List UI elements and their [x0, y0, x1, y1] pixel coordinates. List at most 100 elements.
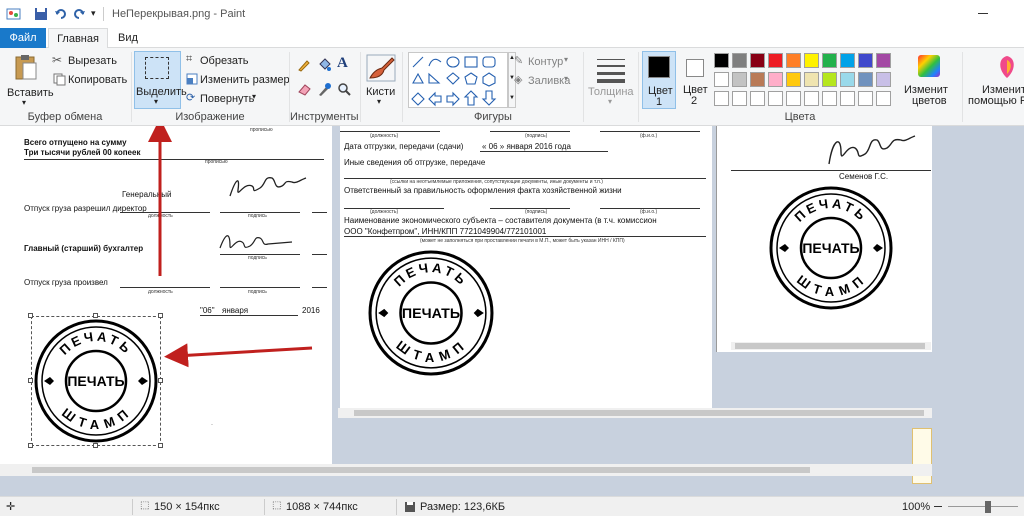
palette-color-swatch[interactable] — [876, 91, 891, 106]
paint-app-icon — [6, 8, 21, 20]
zoom-slider-thumb[interactable] — [985, 501, 991, 513]
palette-color-swatch[interactable] — [768, 53, 783, 68]
paint3d-icon — [1000, 56, 1014, 78]
separator — [583, 52, 584, 122]
colors-group-label: Цвета — [784, 111, 816, 123]
paint3d-button[interactable]: Изменить помощью Pa — [964, 51, 1024, 109]
outline-dropdown-icon: ▾ — [564, 55, 569, 64]
palette-color-swatch[interactable] — [858, 91, 873, 106]
title-separator — [103, 7, 104, 21]
color2-number: 2 — [691, 95, 698, 107]
palette-color-swatch[interactable] — [858, 72, 873, 87]
tab-file[interactable]: Файл — [0, 28, 46, 48]
zoom-slider[interactable] — [948, 506, 1018, 507]
brushes-dropdown-icon: ▾ — [377, 97, 382, 106]
text-tool-icon[interactable]: A — [337, 55, 348, 72]
redo-icon[interactable] — [72, 7, 86, 21]
fill-button[interactable]: ◈ Заливка ▾ — [514, 73, 584, 89]
save-icon[interactable] — [34, 7, 48, 21]
palette-color-swatch[interactable] — [750, 53, 765, 68]
tab-home[interactable]: Главная — [48, 28, 108, 49]
tab-view[interactable]: Вид — [112, 28, 144, 48]
brushes-button[interactable]: Кисти ▾ — [363, 51, 399, 109]
color2-button[interactable]: Цвет 2 — [680, 51, 710, 109]
undo-icon[interactable] — [54, 7, 68, 21]
color-picker-icon[interactable] — [317, 82, 331, 96]
palette-color-swatch[interactable] — [822, 53, 837, 68]
quick-access-dropdown-icon[interactable]: ▾ — [91, 8, 96, 19]
select-dropdown-icon: ▾ — [154, 97, 159, 106]
select-button[interactable]: Выделить ▾ — [134, 51, 187, 109]
palette-color-swatch[interactable] — [876, 53, 891, 68]
red-arrows — [148, 126, 313, 368]
file-size: Размер: 123,6КБ — [420, 501, 506, 513]
eraser-icon[interactable] — [297, 82, 311, 96]
palette-color-swatch[interactable] — [840, 53, 855, 68]
size-button[interactable]: Толщина ▾ — [588, 51, 636, 109]
selection-size-icon: ⬚ — [140, 500, 150, 511]
resize-label: Изменить размер — [200, 74, 290, 86]
color1-button[interactable]: Цвет 1 — [642, 51, 676, 109]
palette-color-swatch[interactable] — [768, 91, 783, 106]
magnifier-icon[interactable] — [337, 82, 351, 96]
image-group-label: Изображение — [175, 111, 245, 123]
scissors-icon: ✂ — [52, 53, 63, 67]
rotate-button[interactable]: ⟳ Повернуть ▾ — [186, 91, 266, 107]
palette-color-swatch[interactable] — [822, 91, 837, 106]
pencil-icon[interactable] — [297, 58, 311, 72]
shapes-gallery[interactable] — [408, 52, 508, 108]
outline-button[interactable]: ✎ Контур ▾ — [514, 54, 584, 70]
crop-icon: ⌗ — [186, 53, 193, 65]
minimize-icon[interactable] — [978, 13, 988, 14]
palette-color-swatch[interactable] — [786, 91, 801, 106]
palette-color-swatch[interactable] — [714, 72, 729, 87]
separator — [962, 52, 963, 122]
palette-color-swatch[interactable] — [732, 72, 747, 87]
palette-color-swatch[interactable] — [714, 53, 729, 68]
palette-color-swatch[interactable] — [768, 72, 783, 87]
resize-icon — [186, 73, 198, 85]
copy-button[interactable]: Копировать — [52, 72, 128, 88]
shapes-grid-icon — [411, 56, 497, 107]
ribbon-tabs: Файл Главная Вид — [0, 28, 1024, 49]
palette-color-swatch[interactable] — [786, 72, 801, 87]
palette-color-swatch[interactable] — [786, 53, 801, 68]
color-wheel-icon — [918, 55, 940, 77]
paste-button[interactable]: Вставить ▾ — [6, 52, 54, 108]
shapes-group-label: Фигуры — [474, 111, 512, 123]
palette-color-swatch[interactable] — [750, 72, 765, 87]
canvas-area[interactable]: прописью Всего отпущено на сумму Три тыс… — [0, 126, 1024, 496]
cut-button[interactable]: ✂ Вырезать — [52, 53, 124, 69]
edit-colors-button[interactable]: Изменит цветов — [900, 51, 960, 109]
color2-swatch — [686, 59, 704, 77]
fill-bucket-icon[interactable] — [317, 58, 331, 72]
palette-color-swatch[interactable] — [804, 53, 819, 68]
separator — [638, 52, 639, 122]
expand-icon[interactable]: ▼ — [509, 95, 515, 101]
resize-button[interactable]: Изменить размер — [186, 72, 290, 88]
cursor-position-icon: ✛ — [6, 501, 16, 513]
zoom-out-icon[interactable] — [934, 506, 942, 507]
outline-label: Контур — [528, 56, 564, 68]
palette-color-swatch[interactable] — [750, 91, 765, 106]
palette-color-swatch[interactable] — [732, 53, 747, 68]
palette-color-swatch[interactable] — [840, 72, 855, 87]
disk-icon — [405, 502, 415, 512]
ribbon: Вставить ▾ ✂ Вырезать Копировать Буфер о… — [0, 48, 1024, 126]
palette-color-swatch[interactable] — [858, 53, 873, 68]
palette-color-swatch[interactable] — [822, 72, 837, 87]
palette-color-swatch[interactable] — [732, 91, 747, 106]
scrollbar-thumb[interactable] — [32, 467, 810, 473]
paste-label: Вставить — [7, 87, 54, 99]
crop-button[interactable]: ⌗ Обрезать — [186, 53, 256, 69]
palette-color-swatch[interactable] — [804, 91, 819, 106]
cut-label: Вырезать — [68, 55, 117, 67]
paint3d-label-2: помощью Pa — [968, 95, 1024, 107]
paste-dropdown-icon: ▾ — [22, 98, 27, 107]
palette-color-swatch[interactable] — [804, 72, 819, 87]
image-size: 1088 × 744пкс — [286, 501, 358, 513]
palette-color-swatch[interactable] — [840, 91, 855, 106]
palette-color-swatch[interactable] — [876, 72, 891, 87]
palette-color-swatch[interactable] — [714, 91, 729, 106]
copy-label: Копировать — [68, 74, 128, 86]
